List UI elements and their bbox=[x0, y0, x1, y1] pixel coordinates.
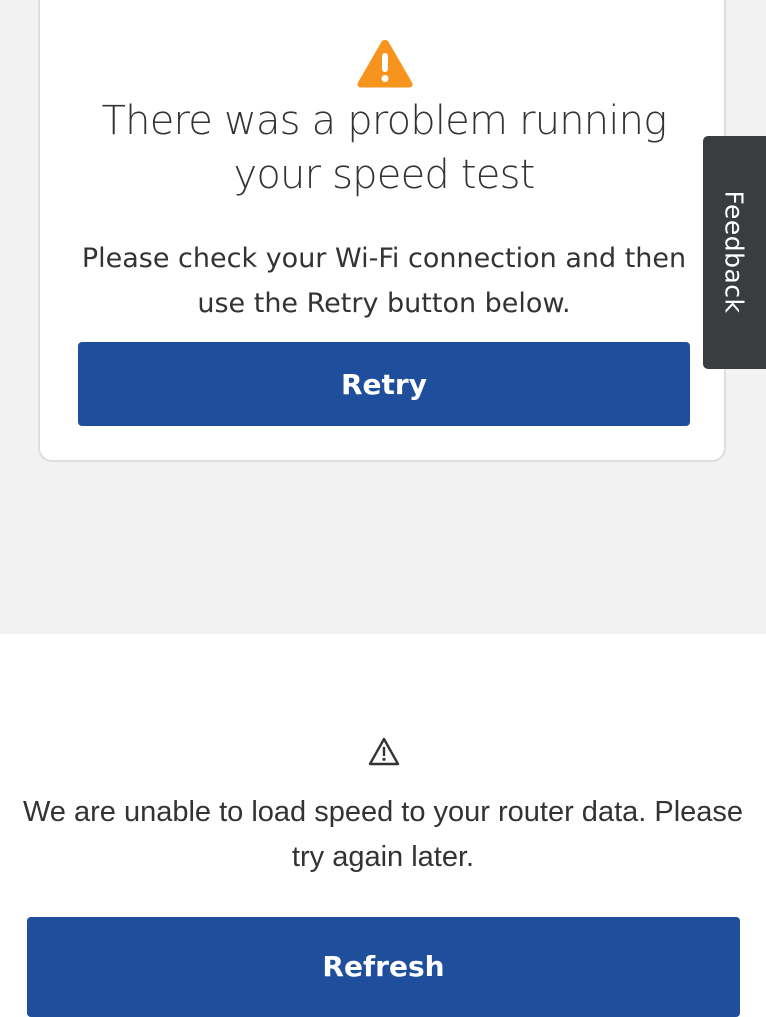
speed-test-error-card: There was a problem running your speed t… bbox=[38, 0, 726, 462]
error-message: Please check your Wi-Fi connection and t… bbox=[81, 243, 687, 319]
feedback-tab[interactable]: Feedback bbox=[703, 136, 766, 369]
retry-button[interactable]: Retry bbox=[78, 342, 690, 426]
feedback-label: Feedback bbox=[719, 190, 749, 314]
error-title: There was a problem running your speed t… bbox=[101, 98, 668, 198]
warning-outline-icon bbox=[368, 737, 400, 766]
router-data-error-message: We are unable to load speed to your rout… bbox=[22, 796, 744, 873]
warning-triangle-icon bbox=[357, 40, 413, 88]
refresh-button[interactable]: Refresh bbox=[27, 917, 740, 1017]
speed-test-section: There was a problem running your speed t… bbox=[0, 0, 766, 634]
